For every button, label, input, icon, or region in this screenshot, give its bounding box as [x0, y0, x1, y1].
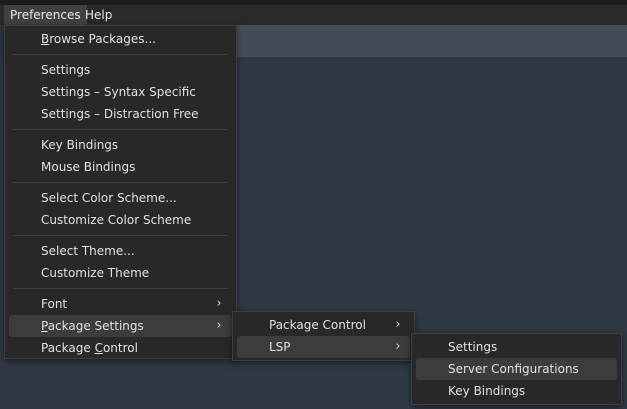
menu-item-package-control[interactable]: Package Control ›: [237, 314, 410, 336]
menu-item-package-settings[interactable]: Package Settings ›: [9, 315, 232, 337]
menu-bar: Preferences Help: [0, 5, 627, 25]
menu-item-select-color-scheme[interactable]: Select Color Scheme...: [9, 187, 232, 209]
menu-item-label: Settings – Syntax Specific: [41, 85, 196, 99]
menu-item-label: Settings: [448, 340, 498, 354]
menu-item-settings[interactable]: Settings: [9, 59, 232, 81]
chevron-right-icon: ›: [216, 296, 222, 311]
menu-separator: [13, 54, 228, 55]
preferences-menu: Browse Packages... Settings Settings – S…: [4, 25, 237, 359]
menu-item-key-bindings[interactable]: Key Bindings: [9, 134, 232, 156]
mnemonic: B: [41, 32, 50, 46]
menu-item-lsp-settings[interactable]: Settings: [416, 336, 617, 358]
package-settings-submenu: Package Control › LSP ›: [232, 311, 415, 361]
mnemonic: P: [41, 319, 48, 333]
menu-item-label: Package Control: [269, 318, 366, 332]
menu-item-label: Browse Packages...: [41, 28, 156, 50]
menu-item-label: Customize Color Scheme: [41, 213, 192, 227]
menu-item-server-configurations[interactable]: Server Configurations: [416, 358, 617, 380]
menu-item-label: Package Settings: [41, 315, 144, 337]
tab-bar: [236, 25, 627, 57]
menu-separator: [13, 235, 228, 236]
menu-item-settings-distraction-free[interactable]: Settings – Distraction Free: [9, 103, 232, 125]
chevron-right-icon: ›: [395, 317, 401, 332]
menu-item-package-control[interactable]: Package Control: [9, 337, 232, 359]
menu-item-label: Select Color Scheme...: [41, 191, 177, 205]
label-rest: ackage Settings: [47, 319, 144, 333]
menu-separator: [13, 182, 228, 183]
label-rest: ontrol: [102, 341, 138, 355]
app-window: Preferences Help Browse Packages... Sett…: [0, 0, 627, 409]
menu-item-label: Key Bindings: [41, 138, 119, 152]
lsp-submenu: Settings Server Configurations Key Bindi…: [411, 333, 622, 405]
menu-item-label: Key Bindings: [448, 384, 526, 398]
chevron-right-icon: ›: [216, 318, 222, 333]
menu-item-label: Server Configurations: [448, 362, 579, 376]
menu-item-label: Package Control: [41, 337, 138, 359]
menu-item-mouse-bindings[interactable]: Mouse Bindings: [9, 156, 232, 178]
menu-item-select-theme[interactable]: Select Theme...: [9, 240, 232, 262]
menu-item-lsp-key-bindings[interactable]: Key Bindings: [416, 380, 617, 402]
label-start: Package: [41, 341, 95, 355]
menu-item-label: LSP: [269, 340, 291, 354]
menu-item-label: Font: [41, 297, 68, 311]
menu-item-customize-color-scheme[interactable]: Customize Color Scheme: [9, 209, 232, 231]
mnemonic: C: [94, 341, 103, 355]
menu-separator: [13, 288, 228, 289]
chevron-right-icon: ›: [395, 339, 401, 354]
menu-item-label: Settings – Distraction Free: [41, 107, 199, 121]
menu-item-settings-syntax-specific[interactable]: Settings – Syntax Specific: [9, 81, 232, 103]
menu-item-customize-theme[interactable]: Customize Theme: [9, 262, 232, 284]
menubar-preferences[interactable]: Preferences: [4, 5, 87, 25]
menu-separator: [13, 129, 228, 130]
menu-item-label: Settings: [41, 63, 91, 77]
menu-item-label: Mouse Bindings: [41, 160, 136, 174]
menu-item-label: Customize Theme: [41, 266, 150, 280]
menu-item-font[interactable]: Font ›: [9, 293, 232, 315]
label-rest: rowse Packages...: [49, 32, 156, 46]
menu-item-browse-packages[interactable]: Browse Packages...: [9, 28, 232, 50]
menu-item-label: Select Theme...: [41, 244, 135, 258]
menu-item-lsp[interactable]: LSP ›: [237, 336, 410, 358]
menubar-help[interactable]: Help: [79, 5, 118, 25]
